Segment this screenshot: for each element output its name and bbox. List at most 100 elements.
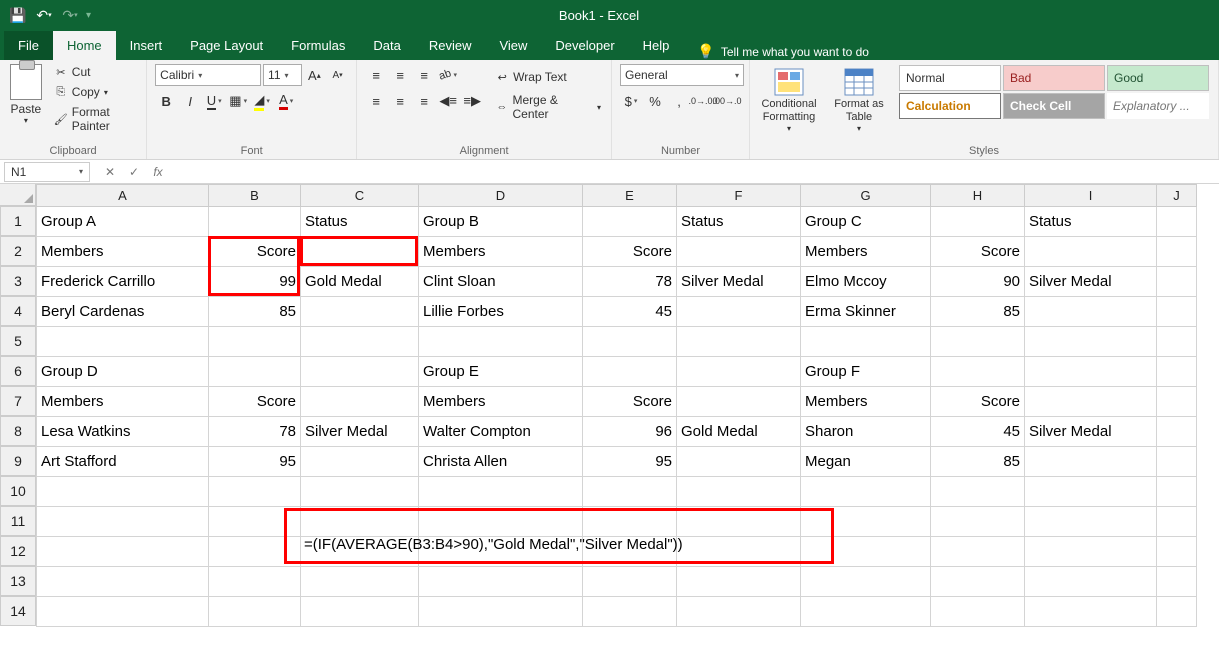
- cell-styles-gallery[interactable]: Normal Bad Good Calculation Check Cell E…: [898, 64, 1210, 136]
- italic-button[interactable]: I: [179, 90, 201, 112]
- cell-H11[interactable]: [931, 507, 1025, 537]
- style-explanatory[interactable]: Explanatory ...: [1107, 93, 1209, 119]
- tab-data[interactable]: Data: [359, 31, 414, 60]
- cell-A10[interactable]: [37, 477, 209, 507]
- cell-E2[interactable]: Score: [583, 237, 677, 267]
- tab-file[interactable]: File: [4, 31, 53, 60]
- cell-G9[interactable]: Megan: [801, 447, 931, 477]
- cell-D2[interactable]: Members: [419, 237, 583, 267]
- cell-D14[interactable]: [419, 597, 583, 627]
- cell-H8[interactable]: 45: [931, 417, 1025, 447]
- row-header-8[interactable]: 8: [0, 416, 36, 446]
- tab-formulas[interactable]: Formulas: [277, 31, 359, 60]
- row-header-13[interactable]: 13: [0, 566, 36, 596]
- cell-I2[interactable]: [1025, 237, 1157, 267]
- decrease-font-button[interactable]: A▾: [327, 64, 348, 86]
- row-header-14[interactable]: 14: [0, 596, 36, 626]
- cell-H13[interactable]: [931, 567, 1025, 597]
- cell-H4[interactable]: 85: [931, 297, 1025, 327]
- cell-C11[interactable]: [301, 507, 419, 537]
- col-header-F[interactable]: F: [677, 185, 801, 207]
- cell-G5[interactable]: [801, 327, 931, 357]
- cell-A3[interactable]: Frederick Carrillo: [37, 267, 209, 297]
- cell-H5[interactable]: [931, 327, 1025, 357]
- cell-E7[interactable]: Score: [583, 387, 677, 417]
- qat-dropdown-icon[interactable]: ▾: [86, 10, 91, 21]
- cell-B13[interactable]: [209, 567, 301, 597]
- cell-D8[interactable]: Walter Compton: [419, 417, 583, 447]
- cell-D10[interactable]: [419, 477, 583, 507]
- align-right-button[interactable]: ≡: [413, 90, 435, 112]
- cell-H9[interactable]: 85: [931, 447, 1025, 477]
- cell-F9[interactable]: [677, 447, 801, 477]
- row-header-9[interactable]: 9: [0, 446, 36, 476]
- cell-A4[interactable]: Beryl Cardenas: [37, 297, 209, 327]
- cell-J7[interactable]: [1157, 387, 1197, 417]
- row-header-6[interactable]: 6: [0, 356, 36, 386]
- cell-G13[interactable]: [801, 567, 931, 597]
- align-center-button[interactable]: ≡: [389, 90, 411, 112]
- cell-G12[interactable]: [801, 537, 931, 567]
- cell-G7[interactable]: Members: [801, 387, 931, 417]
- cell-A5[interactable]: [37, 327, 209, 357]
- cell-G1[interactable]: Group C: [801, 207, 931, 237]
- cell-B8[interactable]: 78: [209, 417, 301, 447]
- tab-page-layout[interactable]: Page Layout: [176, 31, 277, 60]
- enter-formula-button[interactable]: ✓: [124, 162, 144, 182]
- accounting-format-button[interactable]: $▾: [620, 90, 642, 112]
- increase-indent-button[interactable]: ≡▶: [461, 90, 483, 112]
- cell-B1[interactable]: [209, 207, 301, 237]
- row-header-2[interactable]: 2: [0, 236, 36, 266]
- cell-A2[interactable]: Members: [37, 237, 209, 267]
- cell-I9[interactable]: [1025, 447, 1157, 477]
- col-header-J[interactable]: J: [1157, 185, 1197, 207]
- col-header-I[interactable]: I: [1025, 185, 1157, 207]
- cell-F10[interactable]: [677, 477, 801, 507]
- col-header-E[interactable]: E: [583, 185, 677, 207]
- redo-icon[interactable]: ↷▾: [60, 5, 80, 25]
- cell-E10[interactable]: [583, 477, 677, 507]
- cell-G4[interactable]: Erma Skinner: [801, 297, 931, 327]
- cell-J8[interactable]: [1157, 417, 1197, 447]
- bold-button[interactable]: B: [155, 90, 177, 112]
- cell-I10[interactable]: [1025, 477, 1157, 507]
- increase-font-button[interactable]: A▴: [304, 64, 325, 86]
- cell-C1[interactable]: Status: [301, 207, 419, 237]
- cell-D5[interactable]: [419, 327, 583, 357]
- cell-C4[interactable]: [301, 297, 419, 327]
- font-name-combo[interactable]: Calibri▾: [155, 64, 261, 86]
- cell-E13[interactable]: [583, 567, 677, 597]
- decrease-decimal-button[interactable]: .00→.0: [716, 90, 738, 112]
- cell-C2[interactable]: [301, 237, 419, 267]
- cell-G11[interactable]: [801, 507, 931, 537]
- tab-help[interactable]: Help: [629, 31, 684, 60]
- cell-B3[interactable]: 99: [209, 267, 301, 297]
- cell-A7[interactable]: Members: [37, 387, 209, 417]
- cell-B2[interactable]: Score: [209, 237, 301, 267]
- cell-A6[interactable]: Group D: [37, 357, 209, 387]
- increase-decimal-button[interactable]: .0→.00: [692, 90, 714, 112]
- cell-F1[interactable]: Status: [677, 207, 801, 237]
- align-bottom-button[interactable]: ≡: [413, 64, 435, 86]
- cell-E11[interactable]: [583, 507, 677, 537]
- cell-I14[interactable]: [1025, 597, 1157, 627]
- align-top-button[interactable]: ≡: [365, 64, 387, 86]
- cell-J14[interactable]: [1157, 597, 1197, 627]
- cell-J12[interactable]: [1157, 537, 1197, 567]
- cell-H7[interactable]: Score: [931, 387, 1025, 417]
- font-size-combo[interactable]: 11▾: [263, 64, 302, 86]
- insert-function-button[interactable]: fx: [148, 162, 168, 182]
- cell-B12[interactable]: [209, 537, 301, 567]
- cell-G3[interactable]: Elmo Mccoy: [801, 267, 931, 297]
- cell-F7[interactable]: [677, 387, 801, 417]
- cell-E3[interactable]: 78: [583, 267, 677, 297]
- row-header-11[interactable]: 11: [0, 506, 36, 536]
- cell-B14[interactable]: [209, 597, 301, 627]
- cell-J10[interactable]: [1157, 477, 1197, 507]
- cell-F2[interactable]: [677, 237, 801, 267]
- cell-I1[interactable]: Status: [1025, 207, 1157, 237]
- cell-H14[interactable]: [931, 597, 1025, 627]
- row-header-3[interactable]: 3: [0, 266, 36, 296]
- underline-button[interactable]: U▾: [203, 90, 225, 112]
- cell-B6[interactable]: [209, 357, 301, 387]
